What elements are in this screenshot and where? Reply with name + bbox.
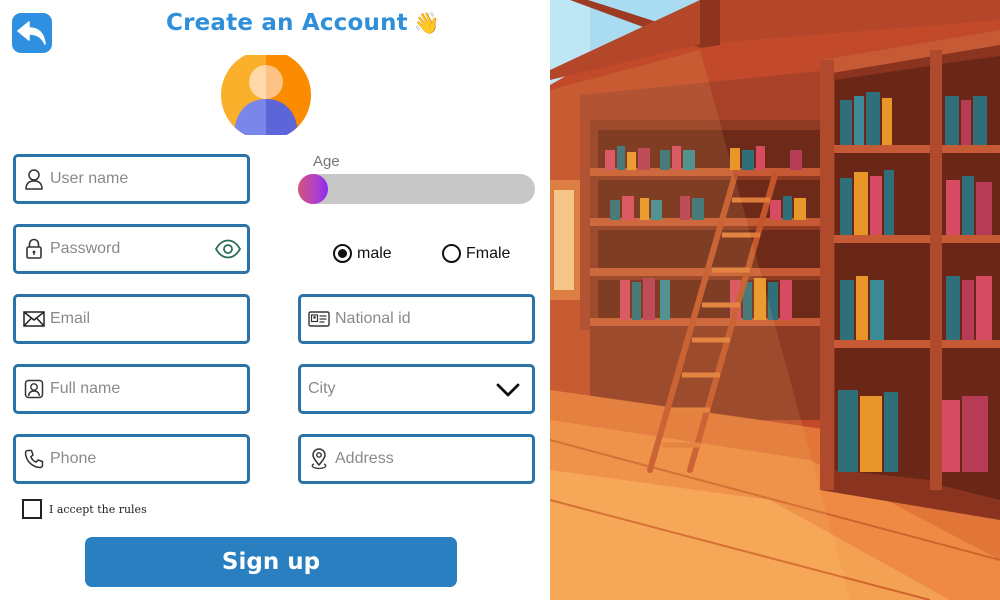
city-select-value: City bbox=[308, 380, 336, 397]
id-card-icon bbox=[308, 308, 330, 330]
accept-rules-checkbox[interactable] bbox=[22, 499, 42, 519]
library-illustration bbox=[550, 0, 1000, 600]
radio-label: Fmale bbox=[466, 244, 511, 262]
back-arrow-icon bbox=[17, 21, 46, 45]
signup-form: Create an Account 👋 User name Email Full… bbox=[0, 0, 550, 600]
age-label: Age bbox=[313, 153, 340, 170]
signup-button[interactable]: Sign up bbox=[85, 537, 457, 587]
radio-label: male bbox=[357, 244, 392, 262]
back-button[interactable] bbox=[12, 13, 52, 53]
gender-radio-male[interactable]: male bbox=[333, 244, 392, 263]
age-slider[interactable] bbox=[298, 174, 535, 204]
page-title: Create an Account 👋 bbox=[166, 10, 440, 36]
chevron-down-icon bbox=[496, 383, 520, 397]
radio-circle[interactable] bbox=[333, 244, 352, 263]
national-id-input[interactable] bbox=[335, 297, 532, 341]
lock-icon bbox=[23, 238, 45, 260]
fullname-field[interactable] bbox=[13, 364, 250, 414]
user-icon bbox=[23, 168, 45, 190]
gender-radio-female[interactable]: Fmale bbox=[442, 244, 510, 263]
phone-field[interactable] bbox=[13, 434, 250, 484]
phone-icon bbox=[23, 448, 45, 470]
email-field[interactable] bbox=[13, 294, 250, 344]
show-password-button[interactable] bbox=[214, 239, 242, 259]
user-avatar-icon bbox=[221, 55, 311, 135]
address-field[interactable] bbox=[298, 434, 535, 484]
national-id-field[interactable] bbox=[298, 294, 535, 344]
accept-rules-label: I accept the rules bbox=[49, 502, 147, 516]
age-slider-thumb[interactable] bbox=[298, 174, 328, 204]
contact-card-icon bbox=[23, 378, 45, 400]
city-select[interactable]: City bbox=[298, 364, 535, 414]
page-title-text: Create an Account bbox=[166, 10, 408, 36]
wave-emoji: 👋 bbox=[413, 11, 441, 35]
username-input[interactable] bbox=[50, 157, 247, 201]
envelope-icon bbox=[23, 308, 45, 330]
location-pin-icon bbox=[308, 448, 330, 470]
address-input[interactable] bbox=[335, 437, 532, 481]
avatar[interactable] bbox=[221, 55, 311, 135]
username-field[interactable] bbox=[13, 154, 250, 204]
phone-input[interactable] bbox=[50, 437, 247, 481]
accept-rules: I accept the rules bbox=[22, 499, 147, 519]
library-scene-image bbox=[550, 0, 1000, 600]
city-dropdown-toggle[interactable] bbox=[496, 381, 520, 399]
eye-icon bbox=[214, 239, 242, 259]
email-input[interactable] bbox=[50, 297, 247, 341]
password-field[interactable] bbox=[13, 224, 250, 274]
radio-circle[interactable] bbox=[442, 244, 461, 263]
radio-selected-dot bbox=[338, 249, 347, 258]
fullname-input[interactable] bbox=[50, 367, 247, 411]
